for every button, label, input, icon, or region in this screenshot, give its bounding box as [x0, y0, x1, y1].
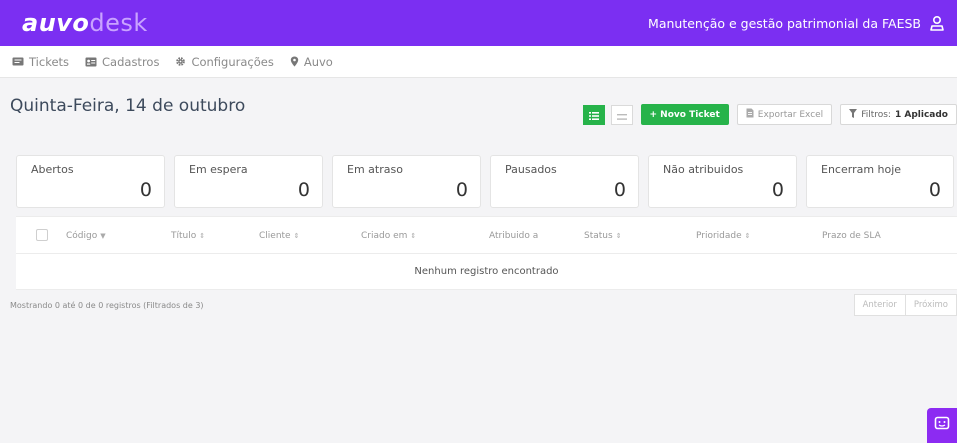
card-em-espera[interactable]: Em espera 0	[174, 155, 323, 208]
export-excel-button[interactable]: Exportar Excel	[736, 104, 833, 125]
card-label: Em atraso	[347, 163, 403, 176]
org-name: Manutenção e gestão patrimonial da FAESB	[648, 15, 921, 31]
id-card-icon	[85, 57, 97, 67]
records-info: Mostrando 0 até 0 de 0 registros (Filtra…	[10, 301, 204, 310]
user-icon[interactable]	[929, 15, 945, 31]
filters-count: 1 Aplicado	[894, 109, 948, 120]
filters-label: Filtros:	[861, 109, 891, 120]
menu-item-label: Configurações	[191, 54, 274, 69]
card-label: Não atribuidos	[663, 163, 744, 176]
column-cliente[interactable]: Cliente ⇕	[259, 231, 299, 241]
filters-button[interactable]: Filtros: 1 Aplicado	[840, 104, 957, 125]
column-label: Atribuido a	[489, 231, 539, 241]
column-label: Cliente	[259, 231, 291, 241]
compact-list-icon	[616, 105, 627, 124]
card-em-atraso[interactable]: Em atraso 0	[332, 155, 481, 208]
column-prioridade[interactable]: Prioridade ⇕	[696, 231, 751, 241]
column-prazo-sla[interactable]: Prazo de SLA	[822, 231, 881, 241]
list-icon	[588, 105, 599, 124]
summary-cards: Abertos 0 Em espera 0 Em atraso 0 Pausados 0…	[16, 155, 954, 208]
table-header: Código ▼ Título ⇕ Cliente ⇕ Criado em ⇕ Atri…	[16, 217, 957, 254]
column-label: Prioridade	[696, 231, 742, 241]
column-label: Título	[171, 231, 197, 241]
column-label: Código	[66, 231, 98, 241]
map-pin-icon	[290, 56, 299, 67]
column-label: Criado em	[361, 231, 408, 241]
sort-icon: ⇕	[744, 232, 751, 240]
gear-icon	[175, 56, 186, 67]
page-title: Quinta-Feira, 14 de outubro	[10, 96, 246, 116]
auvodesk-logo[interactable]: auvodesk	[22, 11, 148, 35]
new-ticket-button[interactable]: + Novo Ticket	[640, 104, 729, 125]
sort-icon: ⇕	[199, 232, 206, 240]
card-pausados[interactable]: Pausados 0	[490, 155, 639, 208]
column-titulo[interactable]: Título ⇕	[171, 231, 205, 241]
column-label: Status	[584, 231, 613, 241]
card-value: 0	[613, 179, 626, 201]
column-criado-em[interactable]: Criado em ⇕	[361, 231, 416, 241]
card-label: Pausados	[505, 163, 557, 176]
chat-icon	[934, 416, 950, 436]
menu-item-tickets[interactable]: Tickets	[12, 55, 69, 69]
tickets-table: Código ▼ Título ⇕ Cliente ⇕ Criado em ⇕ Atri…	[16, 216, 957, 290]
menu-item-cadastros[interactable]: Cadastros	[85, 55, 159, 69]
card-abertos[interactable]: Abertos 0	[16, 155, 165, 208]
next-page-button[interactable]: Próximo	[905, 294, 957, 316]
sort-icon: ⇕	[410, 232, 417, 240]
menu-item-configuracoes[interactable]: Configurações	[175, 54, 274, 69]
column-label: Prazo de SLA	[822, 231, 881, 241]
main-menu: Tickets Cadastros Configurações Auvo	[0, 46, 957, 78]
file-icon	[746, 108, 754, 121]
toolbar: + Novo Ticket Exportar Excel Filtros: 1 A…	[582, 104, 957, 125]
filter-icon	[849, 108, 858, 121]
card-label: Abertos	[31, 163, 74, 176]
card-label: Em espera	[189, 163, 248, 176]
card-value: 0	[139, 179, 152, 201]
card-encerram-hoje[interactable]: Encerram hoje 0	[806, 155, 954, 208]
new-ticket-label: + Novo Ticket	[649, 109, 720, 120]
column-atribuido-a[interactable]: Atribuido a	[489, 231, 538, 241]
previous-page-button[interactable]: Anterior	[853, 294, 906, 316]
column-status[interactable]: Status ⇕	[584, 231, 622, 241]
org-selector[interactable]: Manutenção e gestão patrimonial da FAESB	[648, 15, 945, 31]
logo-text-desk: desk	[89, 9, 148, 37]
empty-state-message: Nenhum registro encontrado	[16, 254, 957, 290]
list-view-button[interactable]	[582, 104, 605, 125]
card-value: 0	[455, 179, 468, 201]
sort-icon: ⇕	[615, 232, 622, 240]
export-label: Exportar Excel	[757, 109, 824, 120]
column-codigo[interactable]: Código ▼	[66, 231, 106, 241]
card-value: 0	[771, 179, 784, 201]
menu-item-label: Cadastros	[102, 54, 160, 69]
menu-item-label: Auvo	[303, 54, 333, 69]
ticket-icon	[12, 57, 24, 66]
card-value: 0	[928, 179, 941, 201]
card-nao-atribuidos[interactable]: Não atribuidos 0	[648, 155, 797, 208]
view-toggle	[582, 104, 633, 125]
select-all-checkbox[interactable]	[36, 229, 48, 241]
logo-text-auvo: auvo	[22, 9, 90, 37]
sort-desc-icon: ▼	[100, 232, 106, 240]
menu-item-auvo[interactable]: Auvo	[290, 55, 333, 69]
top-bar: auvodesk Manutenção e gestão patrimonial…	[0, 0, 957, 46]
sort-icon: ⇕	[293, 232, 300, 240]
compact-view-button[interactable]	[610, 104, 633, 125]
card-value: 0	[297, 179, 310, 201]
chat-widget-button[interactable]	[927, 408, 957, 443]
card-label: Encerram hoje	[821, 163, 902, 176]
menu-item-label: Tickets	[29, 54, 70, 69]
pagination: Anterior Próximo	[853, 294, 957, 316]
